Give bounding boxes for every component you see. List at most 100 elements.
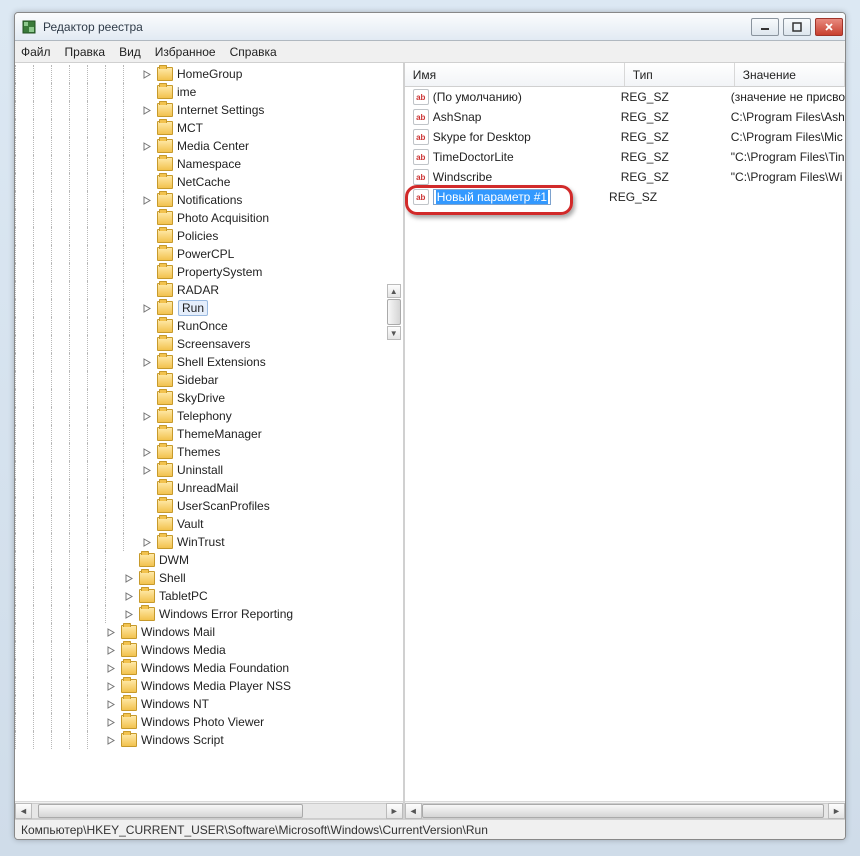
tree-item[interactable]: SkyDrive [15, 389, 403, 407]
col-name[interactable]: Имя [405, 63, 625, 86]
tree-item[interactable]: Themes [15, 443, 403, 461]
maximize-button[interactable] [783, 18, 811, 36]
titlebar[interactable]: Редактор реестра [15, 13, 845, 41]
col-type[interactable]: Тип [625, 63, 735, 86]
tree-view[interactable]: ▲ ▼ HomeGroupimeInternet SettingsMCTMedi… [15, 63, 403, 801]
tree-item[interactable]: Notifications [15, 191, 403, 209]
expander-placeholder [141, 428, 153, 440]
hscroll-track[interactable] [32, 803, 386, 819]
scroll-left-icon[interactable]: ◄ [15, 803, 32, 819]
tree-item[interactable]: PropertySystem [15, 263, 403, 281]
list-hscroll[interactable]: ◄ ► [405, 801, 845, 819]
tree-label: Namespace [177, 157, 241, 171]
tree-item[interactable]: Namespace [15, 155, 403, 173]
tree-item[interactable]: Screensavers [15, 335, 403, 353]
tree-item[interactable]: Sidebar [15, 371, 403, 389]
scroll-down-icon[interactable]: ▼ [387, 326, 401, 340]
expander-icon[interactable] [105, 734, 117, 746]
expander-icon[interactable] [141, 356, 153, 368]
tree-item[interactable]: ime [15, 83, 403, 101]
menu-favorites[interactable]: Избранное [155, 45, 216, 59]
expander-icon[interactable] [105, 716, 117, 728]
expander-icon[interactable] [123, 572, 135, 584]
tree-hscroll[interactable]: ◄ ► [15, 801, 403, 819]
scroll-right-icon[interactable]: ► [828, 803, 845, 819]
tree-item[interactable]: MCT [15, 119, 403, 137]
tree-item[interactable]: UserScanProfiles [15, 497, 403, 515]
tree-item[interactable]: Uninstall [15, 461, 403, 479]
tree-item[interactable]: WinTrust [15, 533, 403, 551]
folder-icon [157, 355, 173, 369]
tree-item[interactable]: RADAR [15, 281, 403, 299]
tree-item[interactable]: Windows Mail [15, 623, 403, 641]
minimize-button[interactable] [751, 18, 779, 36]
tree-item[interactable]: RunOnce [15, 317, 403, 335]
expander-icon[interactable] [141, 464, 153, 476]
tree-item[interactable]: UnreadMail [15, 479, 403, 497]
tree-item[interactable]: Windows Script [15, 731, 403, 749]
tree-item[interactable]: Media Center [15, 137, 403, 155]
value-type: REG_SZ [621, 130, 731, 144]
hscroll-track[interactable] [422, 803, 828, 819]
tree-item[interactable]: TabletPC [15, 587, 403, 605]
expander-icon[interactable] [123, 590, 135, 602]
tree-item[interactable]: Windows Media [15, 641, 403, 659]
registry-value-row[interactable]: ab(По умолчанию)REG_SZ(значение не присв… [405, 87, 845, 107]
tree-item[interactable]: Policies [15, 227, 403, 245]
tree-item[interactable]: Shell Extensions [15, 353, 403, 371]
tree-item[interactable]: Vault [15, 515, 403, 533]
tree-item[interactable]: Windows Error Reporting [15, 605, 403, 623]
tree-item[interactable]: Windows NT [15, 695, 403, 713]
expander-icon[interactable] [105, 698, 117, 710]
tree-item[interactable]: NetCache [15, 173, 403, 191]
scroll-right-icon[interactable]: ► [386, 803, 403, 819]
menu-file[interactable]: Файл [21, 45, 51, 59]
registry-value-row[interactable]: abAshSnapREG_SZC:\Program Files\Ash [405, 107, 845, 127]
tree-item[interactable]: Internet Settings [15, 101, 403, 119]
expander-placeholder [141, 374, 153, 386]
registry-value-row[interactable]: abSkype for DesktopREG_SZC:\Program File… [405, 127, 845, 147]
tree-item[interactable]: Shell [15, 569, 403, 587]
registry-value-row[interactable]: abWindscribeREG_SZ"C:\Program Files\Wi [405, 167, 845, 187]
expander-icon[interactable] [141, 68, 153, 80]
tree-vscroll[interactable]: ▲ ▼ [387, 284, 403, 340]
menu-help[interactable]: Справка [230, 45, 277, 59]
expander-icon[interactable] [141, 104, 153, 116]
expander-icon[interactable] [105, 644, 117, 656]
scroll-left-icon[interactable]: ◄ [405, 803, 422, 819]
scroll-up-icon[interactable]: ▲ [387, 284, 401, 298]
expander-icon[interactable] [141, 140, 153, 152]
tree-item[interactable]: Photo Acquisition [15, 209, 403, 227]
col-value[interactable]: Значение [735, 63, 845, 86]
list-body[interactable]: ab(По умолчанию)REG_SZ(значение не присв… [405, 87, 845, 801]
tree-item[interactable]: PowerCPL [15, 245, 403, 263]
tree-item[interactable]: ThemeManager [15, 425, 403, 443]
tree-item[interactable]: Windows Media Player NSS [15, 677, 403, 695]
expander-icon[interactable] [105, 662, 117, 674]
tree-item[interactable]: Windows Media Foundation [15, 659, 403, 677]
expander-icon[interactable] [141, 410, 153, 422]
registry-value-row-editing[interactable]: abНовый параметр #1REG_SZ [405, 187, 845, 207]
tree-label: Windows Media [141, 643, 226, 657]
expander-icon[interactable] [141, 302, 153, 314]
rename-input[interactable]: Новый параметр #1 [433, 189, 551, 205]
tree-item[interactable]: Run [15, 299, 403, 317]
close-button[interactable] [815, 18, 843, 36]
expander-icon[interactable] [141, 194, 153, 206]
scroll-thumb[interactable] [387, 299, 401, 325]
registry-editor-window: Редактор реестра Файл Правка Вид Избранн… [14, 12, 846, 840]
tree-item[interactable]: Telephony [15, 407, 403, 425]
expander-icon[interactable] [123, 608, 135, 620]
expander-icon[interactable] [105, 626, 117, 638]
tree-item[interactable]: Windows Photo Viewer [15, 713, 403, 731]
tree-item[interactable]: HomeGroup [15, 65, 403, 83]
expander-icon[interactable] [141, 536, 153, 548]
menu-edit[interactable]: Правка [65, 45, 106, 59]
value-data: "C:\Program Files\Wi [731, 170, 845, 184]
menu-view[interactable]: Вид [119, 45, 141, 59]
tree-item[interactable]: DWM [15, 551, 403, 569]
registry-value-row[interactable]: abTimeDoctorLiteREG_SZ"C:\Program Files\… [405, 147, 845, 167]
tree-label: Shell Extensions [177, 355, 266, 369]
expander-icon[interactable] [105, 680, 117, 692]
expander-icon[interactable] [141, 446, 153, 458]
